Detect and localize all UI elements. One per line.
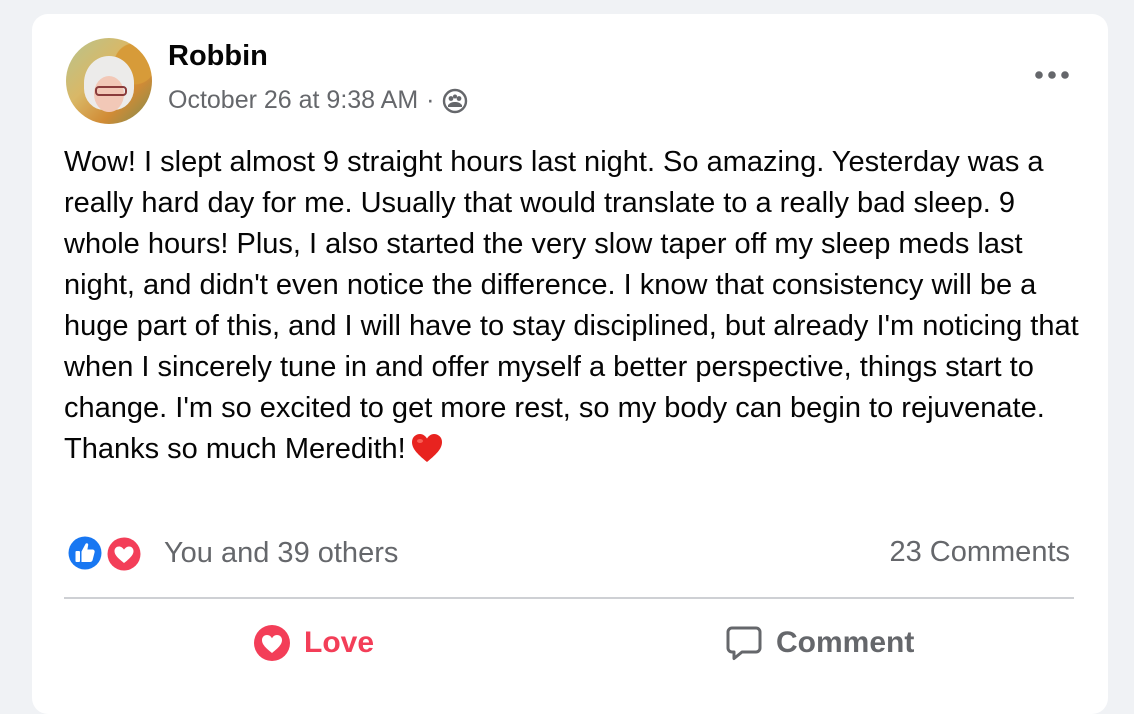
author-avatar[interactable] (66, 38, 152, 124)
reaction-icons (66, 532, 148, 574)
comments-count-link[interactable]: 23 Comments (889, 536, 1070, 569)
post-timestamp[interactable]: October 26 at 9:38 AM (168, 86, 418, 115)
reactions-summary[interactable]: You and 39 others (66, 532, 398, 574)
more-dots-icon (1035, 71, 1069, 79)
comment-bubble-icon (726, 626, 762, 660)
comment-button[interactable]: Comment (724, 618, 914, 668)
more-options-button[interactable] (1032, 60, 1072, 90)
actions-divider (64, 597, 1074, 599)
post-body: Wow! I slept almost 9 straight hours las… (64, 142, 1094, 470)
like-reaction-icon (66, 534, 104, 572)
author-name[interactable]: Robbin (168, 40, 268, 73)
love-button-label: Love (304, 626, 375, 659)
love-reaction-icon (105, 535, 143, 573)
love-icon (254, 625, 290, 661)
reactions-summary-text[interactable]: You and 39 others (164, 537, 398, 570)
post-card: Robbin October 26 at 9:38 AM · Wow! I sl… (32, 14, 1108, 714)
post-body-text: Wow! I slept almost 9 straight hours las… (64, 146, 1079, 465)
meta-separator: · (426, 86, 435, 114)
comment-button-label: Comment (776, 626, 915, 659)
red-heart-emoji (410, 432, 444, 464)
love-button[interactable]: Love (252, 618, 374, 668)
friends-icon[interactable] (442, 88, 468, 114)
post-meta: October 26 at 9:38 AM · (168, 86, 468, 115)
